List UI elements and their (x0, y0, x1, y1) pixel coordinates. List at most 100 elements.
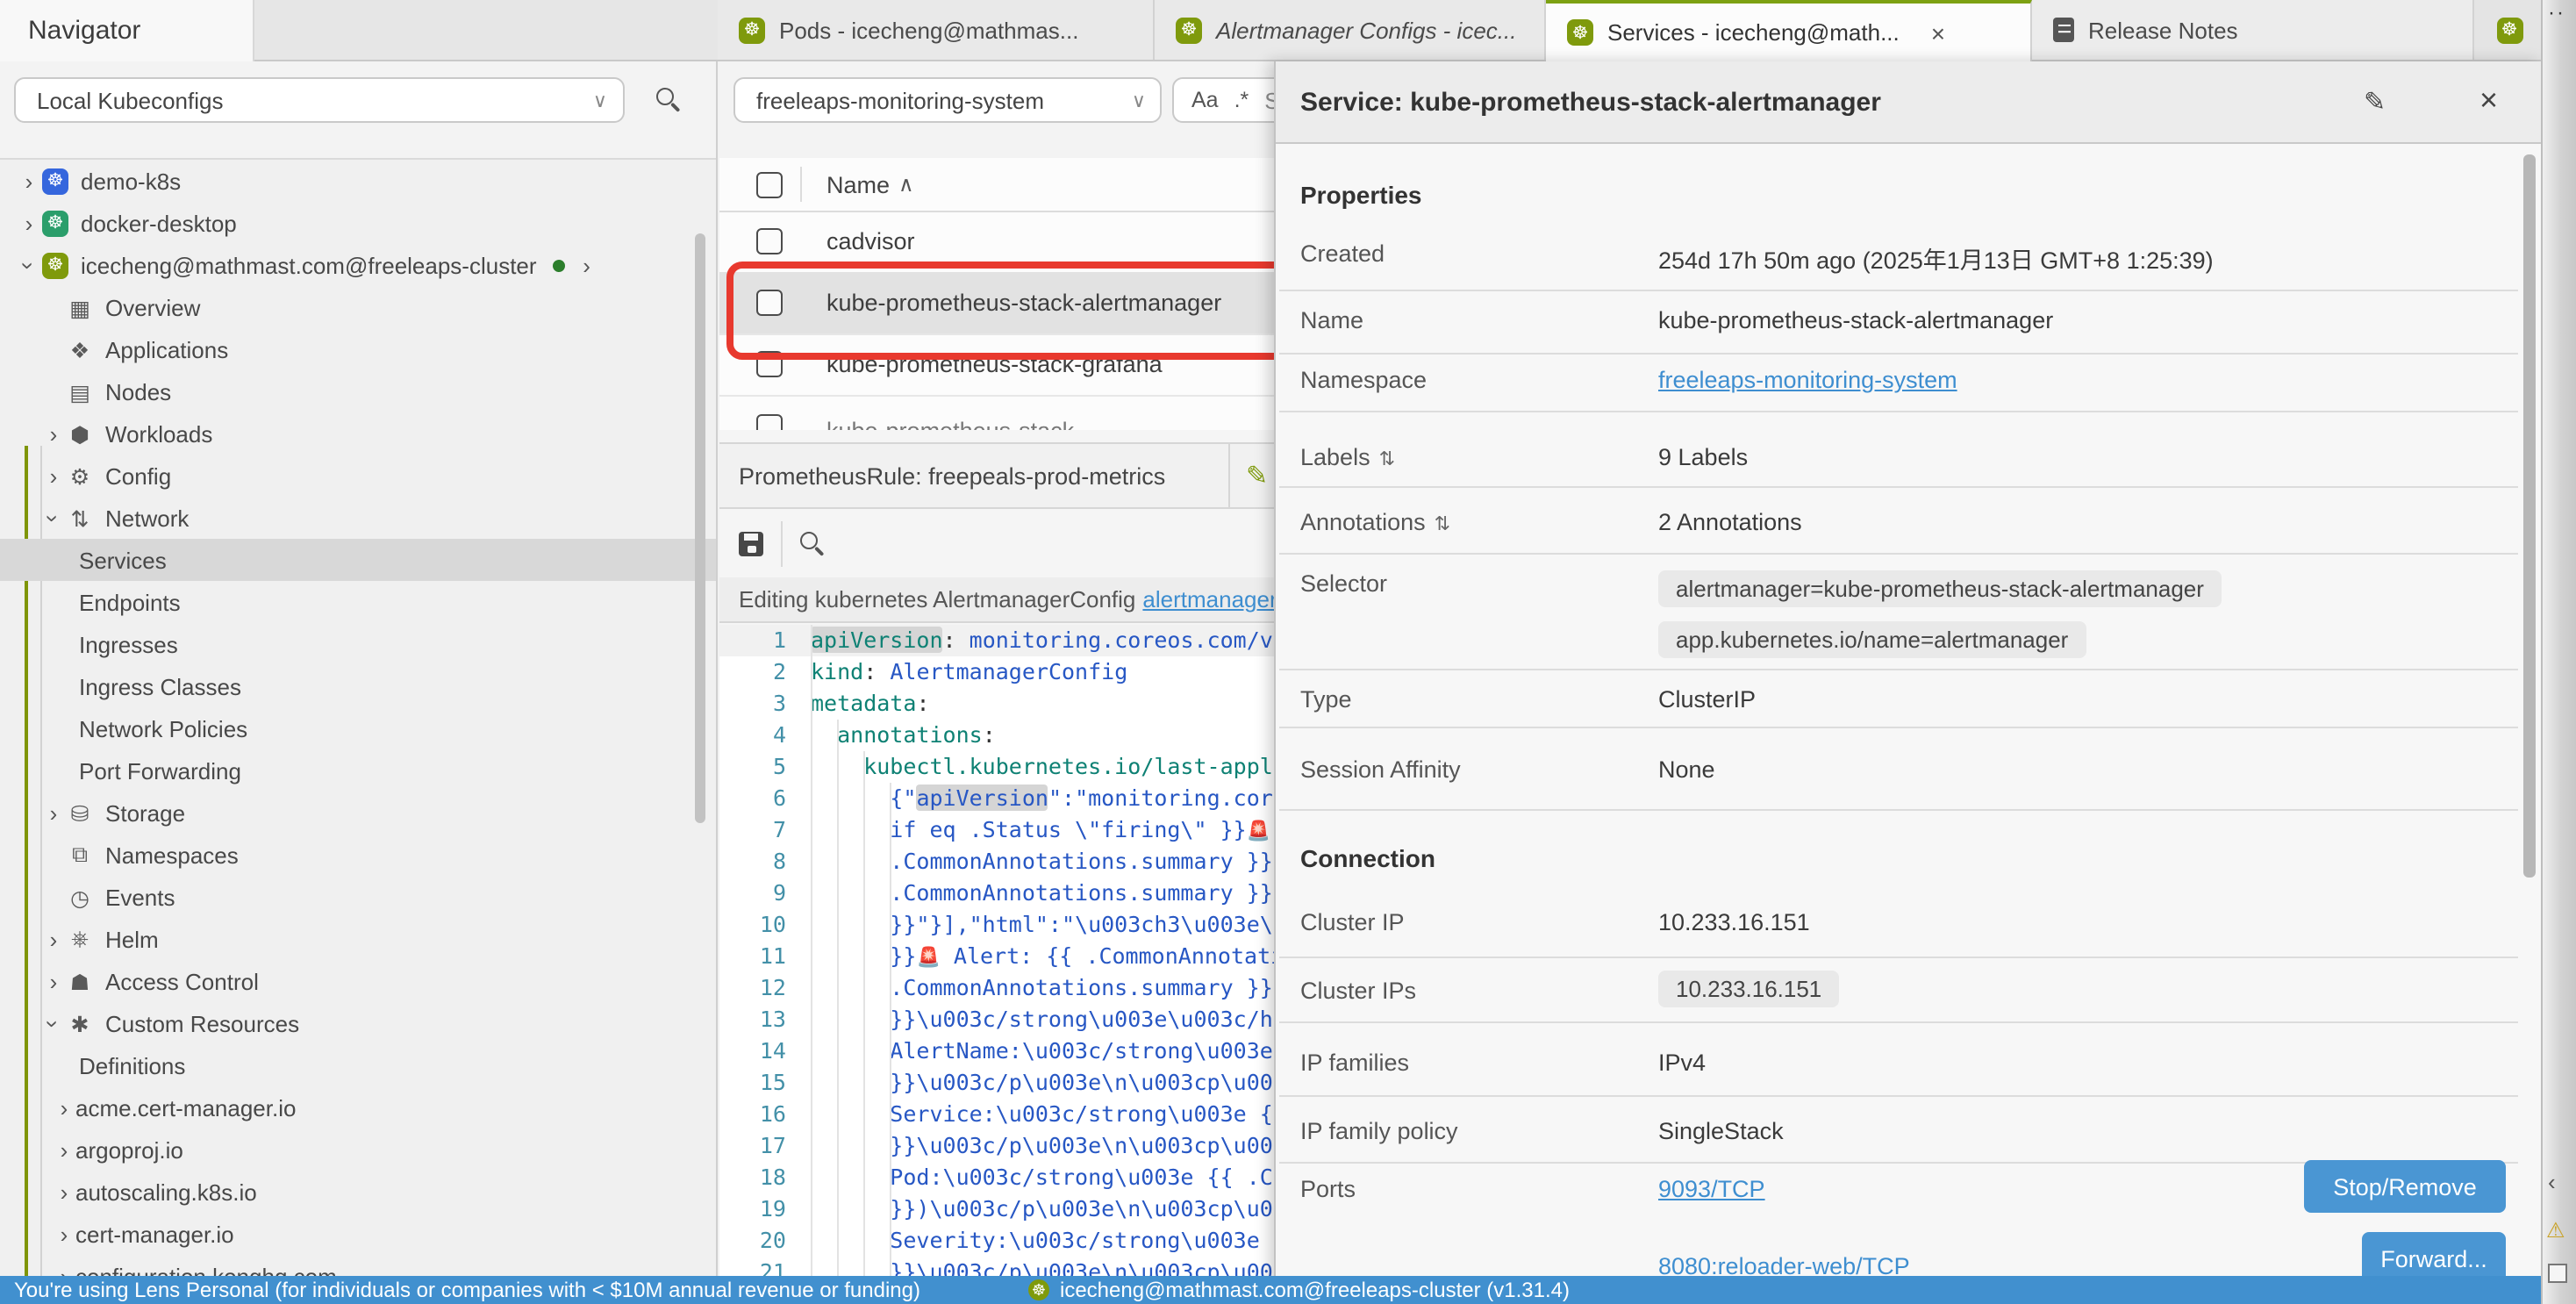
stop-remove-port-forward-button[interactable]: Stop/Remove (2304, 1160, 2506, 1213)
chevron-right-icon[interactable] (42, 968, 65, 994)
property-label: Cluster IPs (1300, 971, 1658, 1007)
port-link[interactable]: 9093/TCP (1658, 1176, 1765, 1202)
cluster-connected-dot (553, 259, 565, 271)
save-icon[interactable] (739, 531, 763, 555)
row-checkbox[interactable] (756, 290, 783, 316)
namespaces-icon (65, 842, 95, 868)
kubeconfig-select[interactable]: Local Kubeconfigs ∨ (14, 77, 625, 123)
chevron-right-icon[interactable] (18, 168, 40, 194)
sidebar-item-workloads[interactable]: Workloads (0, 412, 716, 455)
sidebar-item-docker-desktop[interactable]: docker-desktop (0, 202, 716, 244)
sidebar-item-overview[interactable]: Overview (0, 286, 716, 328)
edit-pencil-icon[interactable]: ✎ (1246, 460, 1268, 491)
sidebar-item-acme-cert-manager[interactable]: acme.cert-manager.io (0, 1086, 716, 1128)
sidebar-item-label: Definitions (79, 1052, 185, 1078)
sidebar-item-network-policies[interactable]: Network Policies (0, 707, 716, 749)
chevron-right-icon[interactable] (18, 210, 40, 236)
sidebar-item-network[interactable]: Network (0, 497, 716, 539)
service-name: kube-prometheus-stack-alertmanager (826, 290, 1221, 316)
kubernetes-icon (739, 17, 765, 43)
document-icon (2053, 18, 2074, 42)
chevron-right-icon[interactable] (53, 1094, 75, 1121)
sidebar-item-demo-k8s[interactable]: demo-k8s (0, 160, 716, 202)
sidebar-item-label: icecheng@mathmast.com@freeleaps-cluster (81, 252, 537, 278)
sort-ascending-icon[interactable]: ∧ (898, 172, 914, 197)
sidebar-item-freeleaps-cluster[interactable]: icecheng@mathmast.com@freeleaps-cluster (0, 244, 716, 286)
sidebar-item-applications[interactable]: Applications (0, 328, 716, 370)
sidebar-scrollbar[interactable] (695, 233, 705, 823)
sidebar-item-storage[interactable]: Storage (0, 792, 716, 834)
applications-icon (65, 336, 95, 362)
close-icon[interactable]: × (2479, 82, 2498, 119)
tab-services[interactable]: Services - icecheng@math... × (1546, 0, 2032, 61)
chevron-right-icon[interactable] (42, 926, 65, 952)
namespace-link[interactable]: freeleaps-monitoring-system (1658, 367, 1957, 393)
service-name: cadvisor (826, 228, 915, 254)
column-separator (800, 167, 802, 202)
regex-toggle[interactable]: .* (1234, 88, 1249, 112)
chevron-down-icon: ∨ (593, 89, 607, 111)
sidebar-item-namespaces[interactable]: Namespaces (0, 834, 716, 876)
chevron-right-icon[interactable] (53, 1179, 75, 1205)
search-icon[interactable] (800, 532, 823, 555)
sidebar-item-config[interactable]: Config (0, 455, 716, 497)
kubernetes-icon (42, 168, 68, 195)
select-all-checkbox[interactable] (756, 171, 783, 197)
search-icon[interactable] (656, 88, 679, 111)
close-tab-icon[interactable]: × (1931, 18, 1945, 47)
tab-label: Release Notes (2088, 17, 2238, 43)
lens-app-window: Navigator Pods - icecheng@mathmas... Ale… (0, 0, 2576, 1304)
sidebar-item-access-control[interactable]: Access Control (0, 960, 716, 1002)
sidebar-item-custom-resources[interactable]: Custom Resources (0, 1002, 716, 1044)
sidebar-item-events[interactable]: Events (0, 876, 716, 918)
sidebar-item-autoscaling[interactable]: autoscaling.k8s.io (0, 1171, 716, 1213)
row-checkbox[interactable] (756, 351, 783, 377)
tab-pods[interactable]: Pods - icecheng@mathmas... (718, 0, 1155, 60)
sidebar-item-label: Custom Resources (105, 1010, 299, 1036)
sidebar-item-nodes[interactable]: Nodes (0, 370, 716, 412)
tab-alertmanager-configs[interactable]: Alertmanager Configs - icec... (1155, 0, 1546, 60)
sidebar-item-argoproj[interactable]: argoproj.io (0, 1128, 716, 1171)
property-value: SingleStack (1658, 1118, 2472, 1144)
namespace-select[interactable]: freeleaps-monitoring-system ∨ (733, 77, 1162, 123)
chevron-down-icon[interactable] (42, 505, 65, 531)
sidebar-item-label: argoproj.io (75, 1136, 183, 1163)
sidebar-item-ingresses[interactable]: Ingresses (0, 623, 716, 665)
property-row-type: Type ClusterIP (1300, 686, 2472, 713)
expand-collapse-icon[interactable]: ⇅ (1379, 449, 1395, 470)
name-column-header[interactable]: Name (826, 171, 890, 197)
row-checkbox[interactable] (756, 413, 783, 430)
license-notice: You're using Lens Personal (for individu… (14, 1278, 920, 1302)
sidebar-item-helm[interactable]: Helm (0, 918, 716, 960)
section-title-properties: Properties (1300, 181, 1422, 209)
row-checkbox[interactable] (756, 228, 783, 254)
chevron-right-icon[interactable] (42, 462, 65, 489)
sidebar-item-ingress-classes[interactable]: Ingress Classes (0, 665, 716, 707)
tab-bar: Navigator Pods - icecheng@mathmas... Ale… (0, 0, 2576, 61)
expand-collapse-icon[interactable]: ⇅ (1435, 514, 1450, 535)
selector-chip: app.kubernetes.io/name=alertmanager (1658, 621, 2086, 658)
sidebar-item-cert-manager[interactable]: cert-manager.io (0, 1213, 716, 1255)
panel-scrollbar[interactable] (2523, 154, 2536, 878)
tab-release-notes[interactable]: Release Notes (2032, 0, 2474, 60)
chevron-down-icon[interactable] (18, 252, 40, 278)
chevron-down-icon[interactable] (42, 1010, 65, 1036)
sidebar-item-port-forwarding[interactable]: Port Forwarding (0, 749, 716, 792)
alertmanager-config-link[interactable]: alertmanager (1142, 586, 1277, 613)
service-detail-panel: Service: kube-prometheus-stack-alertmana… (1274, 61, 2543, 1304)
chevron-right-icon[interactable] (576, 252, 598, 278)
chevron-right-icon[interactable] (42, 420, 65, 447)
edit-pencil-icon[interactable]: ✎ (2364, 86, 2386, 118)
chevron-right-icon[interactable] (53, 1136, 75, 1163)
property-value: 10.233.16.151 (1658, 909, 2472, 935)
sidebar-item-services[interactable]: Services (0, 539, 716, 581)
selector-chip: alertmanager=kube-prometheus-stack-alert… (1658, 570, 2222, 607)
sidebar-item-definitions[interactable]: Definitions (0, 1044, 716, 1086)
chevron-right-icon[interactable] (42, 799, 65, 826)
edge-chevron-icon[interactable]: ‹ (2548, 1169, 2556, 1195)
chevron-right-icon[interactable] (53, 1221, 75, 1247)
kubeconfig-selector-row: Local Kubeconfigs ∨ (0, 61, 716, 160)
match-case-toggle[interactable]: Aa (1191, 88, 1219, 112)
sidebar-item-label: Events (105, 884, 175, 910)
sidebar-item-endpoints[interactable]: Endpoints (0, 581, 716, 623)
